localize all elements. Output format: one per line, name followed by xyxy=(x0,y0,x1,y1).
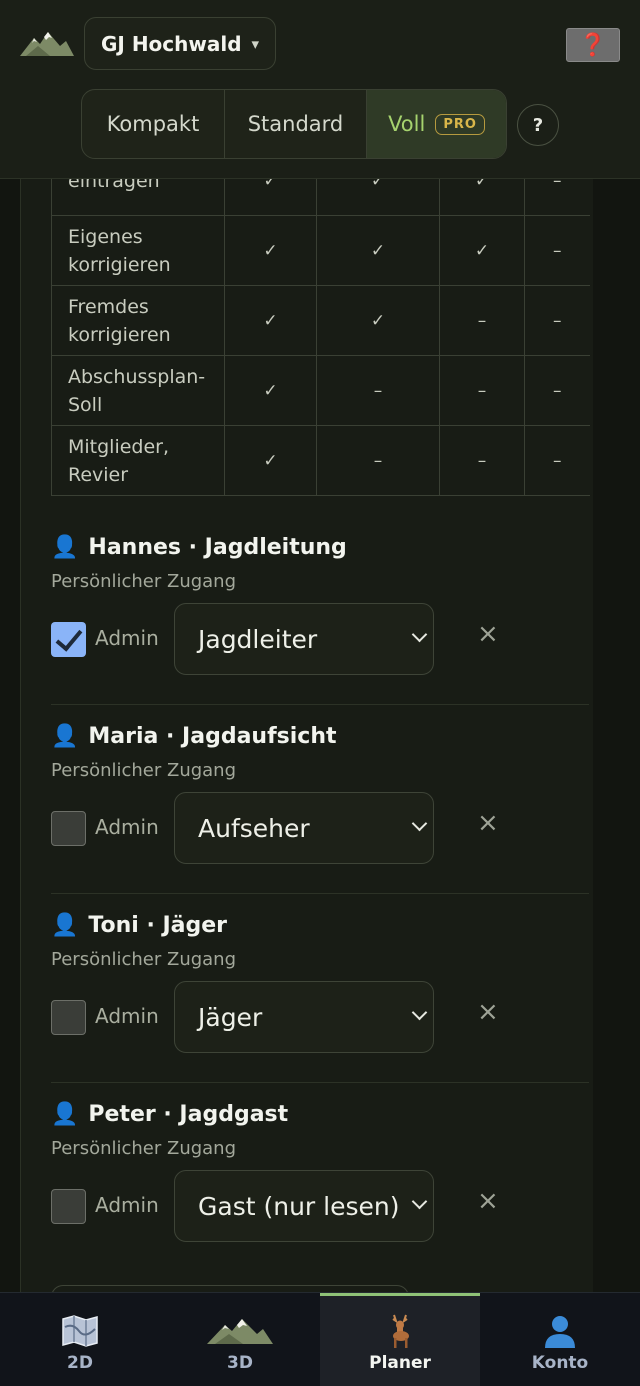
role-value: Jäger xyxy=(198,1002,263,1032)
admin-label: Admin xyxy=(95,1193,159,1217)
member-card: 👤 Maria · Jagdaufsicht Persönlicher Zuga… xyxy=(51,704,589,894)
perm-value: – xyxy=(316,355,440,426)
permissions-table: eintragen ✓ ✓ ✓ – Eigenes korrigieren ✓ … xyxy=(51,145,590,496)
table-row: Fremdes korrigieren ✓ ✓ – – xyxy=(51,285,590,356)
remove-member-button[interactable]: × xyxy=(477,808,499,838)
perm-value: – xyxy=(439,285,525,356)
app-header: GJ Hochwald ▾ ❓ Kompakt Standard Voll PR… xyxy=(0,0,640,179)
admin-label: Admin xyxy=(95,1004,159,1028)
chevron-down-icon xyxy=(411,626,428,643)
table-row: Mitglieder, Revier ✓ – – – xyxy=(51,425,590,496)
perm-value: ✓ xyxy=(439,215,525,286)
perm-value: ✓ xyxy=(316,285,440,356)
nav-label: 3D xyxy=(227,1353,253,1373)
mountain-icon xyxy=(207,1311,273,1351)
nav-label: Konto xyxy=(531,1353,589,1373)
nav-konto[interactable]: Konto xyxy=(480,1293,640,1386)
member-access: Persönlicher Zugang xyxy=(51,949,237,970)
mode-voll[interactable]: Voll PRO xyxy=(367,90,506,158)
member-name-row: 👤 Toni · Jäger xyxy=(51,913,227,938)
chevron-down-icon xyxy=(411,1004,428,1021)
role-select[interactable]: Aufseher xyxy=(174,792,434,864)
member-name: Toni · Jäger xyxy=(88,913,228,938)
perm-label: Eigenes korrigieren xyxy=(51,215,225,286)
role-value: Gast (nur lesen) xyxy=(198,1191,400,1221)
deer-icon xyxy=(385,1311,415,1351)
role-select[interactable]: Jäger xyxy=(174,981,434,1053)
revier-name: GJ Hochwald xyxy=(101,31,242,56)
perm-value: ✓ xyxy=(224,215,317,286)
mode-kompakt[interactable]: Kompakt xyxy=(82,90,225,158)
view-mode-switch: Kompakt Standard Voll PRO xyxy=(81,89,507,159)
role-select[interactable]: Jagdleiter xyxy=(174,603,434,675)
member-access: Persönlicher Zugang xyxy=(51,1138,237,1159)
chevron-down-icon xyxy=(411,815,428,832)
perm-label: Fremdes korrigieren xyxy=(51,285,225,356)
help-button[interactable]: ? xyxy=(517,104,559,146)
perm-value: ✓ xyxy=(224,425,317,496)
perm-value: – xyxy=(439,425,525,496)
nav-2d[interactable]: 2D xyxy=(0,1293,160,1386)
member-access: Persönlicher Zugang xyxy=(51,760,237,781)
member-name-row: 👤 Peter · Jagdgast xyxy=(51,1102,288,1127)
admin-checkbox[interactable] xyxy=(51,622,86,657)
role-select[interactable]: Gast (nur lesen) xyxy=(174,1170,434,1242)
person-icon: 👤 xyxy=(51,535,79,560)
perm-label: Abschussplan-Soll xyxy=(51,355,225,426)
perm-value: ✓ xyxy=(316,215,440,286)
admin-label: Admin xyxy=(95,626,159,650)
nav-label: 2D xyxy=(67,1353,93,1373)
perm-value: – xyxy=(316,425,440,496)
table-row: Abschussplan-Soll ✓ – – – xyxy=(51,355,590,426)
member-access: Persönlicher Zugang xyxy=(51,571,237,592)
remove-member-button[interactable]: × xyxy=(477,619,499,649)
remove-member-button[interactable]: × xyxy=(477,1186,499,1216)
member-card: 👤 Peter · Jagdgast Persönlicher Zugang A… xyxy=(51,1082,589,1271)
person-icon: 👤 xyxy=(51,724,79,749)
revier-select[interactable]: GJ Hochwald ▾ xyxy=(84,17,276,70)
remove-member-button[interactable]: × xyxy=(477,997,499,1027)
chevron-down-icon xyxy=(411,1193,428,1210)
role-value: Aufseher xyxy=(198,813,310,843)
perm-value: ✓ xyxy=(224,285,317,356)
mode-standard[interactable]: Standard xyxy=(225,90,367,158)
caret-down-icon: ▾ xyxy=(251,34,260,53)
perm-value: – xyxy=(524,355,590,426)
nav-label: Planer xyxy=(369,1353,431,1373)
perm-label: Mitglieder, Revier xyxy=(51,425,225,496)
person-icon xyxy=(543,1311,577,1351)
nav-3d[interactable]: 3D xyxy=(160,1293,320,1386)
admin-checkbox[interactable] xyxy=(51,1000,86,1035)
member-name: Maria · Jagdaufsicht xyxy=(88,724,337,749)
perm-value: – xyxy=(439,355,525,426)
bottom-navigation: 2D 3D Planer Konto xyxy=(0,1292,640,1386)
table-row: Eigenes korrigieren ✓ ✓ ✓ – xyxy=(51,215,590,286)
help-icon-button[interactable]: ❓ xyxy=(566,28,620,62)
map-icon xyxy=(61,1311,99,1351)
pro-badge: PRO xyxy=(435,113,485,135)
member-name-row: 👤 Maria · Jagdaufsicht xyxy=(51,724,337,749)
member-card: 👤 Hannes · Jagdleitung Persönlicher Zuga… xyxy=(51,515,589,705)
perm-value: – xyxy=(524,285,590,356)
perm-value: – xyxy=(524,425,590,496)
member-card: 👤 Toni · Jäger Persönlicher Zugang Admin… xyxy=(51,893,589,1083)
person-icon: 👤 xyxy=(51,913,79,938)
member-name: Hannes · Jagdleitung xyxy=(88,535,347,560)
admin-checkbox[interactable] xyxy=(51,811,86,846)
role-value: Jagdleiter xyxy=(198,624,318,654)
person-icon: 👤 xyxy=(51,1102,79,1127)
admin-label: Admin xyxy=(95,815,159,839)
mode-voll-label: Voll xyxy=(388,112,426,136)
admin-checkbox[interactable] xyxy=(51,1189,86,1224)
member-name: Peter · Jagdgast xyxy=(88,1102,289,1127)
perm-value: – xyxy=(524,215,590,286)
mountain-logo-icon xyxy=(20,32,74,56)
member-name-row: 👤 Hannes · Jagdleitung xyxy=(51,535,347,560)
nav-planer[interactable]: Planer xyxy=(320,1293,480,1386)
perm-value: ✓ xyxy=(224,355,317,426)
